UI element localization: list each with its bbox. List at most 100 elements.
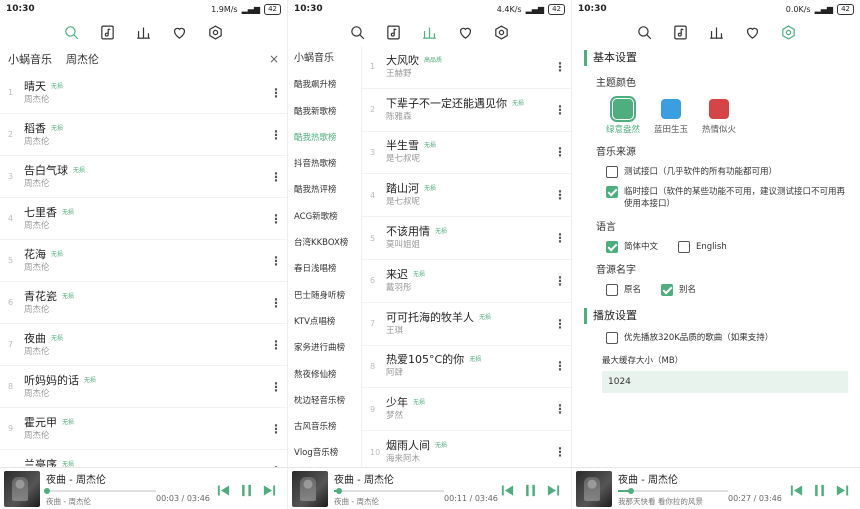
board-item[interactable]: 酷我新歌榜 (288, 99, 361, 125)
more-options-icon[interactable]: ⋮ (265, 380, 287, 394)
checkbox-lang-zh[interactable] (606, 241, 618, 253)
heart-icon[interactable] (743, 23, 761, 41)
more-options-icon[interactable]: ⋮ (549, 317, 571, 331)
board-item[interactable]: 古风音乐榜 (288, 414, 361, 440)
close-icon[interactable]: × (269, 52, 279, 66)
music-note-icon[interactable] (671, 23, 689, 41)
board-item[interactable]: Vlog音乐榜 (288, 440, 361, 466)
search-query[interactable]: 周杰伦 (66, 51, 99, 67)
theme-swatch[interactable] (709, 99, 730, 119)
previous-icon[interactable] (216, 483, 231, 498)
more-options-icon[interactable]: ⋮ (549, 188, 571, 202)
board-item[interactable]: KTV点唱榜 (288, 309, 361, 335)
board-item[interactable]: 熬夜修仙榜 (288, 362, 361, 388)
song-row[interactable]: 3 半生雪 无损 是七叔呢 ⋮ (362, 132, 571, 175)
song-row[interactable]: 8 听妈妈的话 无损 周杰伦 ⋮ (0, 366, 287, 408)
song-row[interactable]: 5 不该用情 无损 莫叫姐姐 ⋮ (362, 217, 571, 260)
settings-icon[interactable] (493, 23, 511, 41)
song-row[interactable]: 9 霍元甲 无损 周杰伦 ⋮ (0, 408, 287, 450)
song-row[interactable]: 1 晴天 无损 周杰伦 ⋮ (0, 72, 287, 114)
song-row[interactable]: 4 七里香 无损 周杰伦 ⋮ (0, 198, 287, 240)
song-row[interactable]: 2 稻香 无损 周杰伦 ⋮ (0, 114, 287, 156)
board-item[interactable]: 抖音热歌榜 (288, 151, 361, 177)
music-note-icon[interactable] (99, 23, 117, 41)
board-item[interactable]: 酷我热评榜 (288, 177, 361, 203)
search-source[interactable]: 小蜗音乐 (8, 51, 52, 67)
more-options-icon[interactable]: ⋮ (265, 128, 287, 142)
more-options-icon[interactable]: ⋮ (549, 60, 571, 74)
album-cover[interactable] (292, 470, 328, 507)
board-item[interactable]: 酷我飙升榜 (288, 72, 361, 98)
lang-zh-option[interactable]: 简体中文 (606, 241, 658, 253)
checkbox-prefer-320k[interactable] (606, 332, 618, 344)
board-item[interactable]: 酷我热歌榜 (288, 125, 361, 151)
more-options-icon[interactable]: ⋮ (549, 445, 571, 459)
more-options-icon[interactable]: ⋮ (265, 170, 287, 184)
checkbox-name-orig[interactable] (606, 284, 618, 296)
chart-icon[interactable] (135, 23, 153, 41)
settings-icon[interactable] (207, 23, 225, 41)
source-temp-option[interactable]: 临时接口（软件的某些功能不可用，建议测试接口不可用再使用本接口） (606, 186, 848, 210)
player-bar[interactable]: 夜曲 - 周杰伦 夜曲 - 周杰伦 00:11 / 03:46 (288, 467, 571, 509)
heart-icon[interactable] (457, 23, 475, 41)
checkbox-source-temp[interactable] (606, 186, 618, 198)
pause-icon[interactable] (239, 483, 254, 498)
pause-icon[interactable] (812, 483, 827, 498)
theme-swatch[interactable] (610, 96, 636, 122)
song-row[interactable]: 3 告白气球 无损 周杰伦 ⋮ (0, 156, 287, 198)
theme-option[interactable]: 热情似火 (702, 99, 736, 135)
settings-icon[interactable] (779, 23, 797, 41)
chart-icon[interactable] (707, 23, 725, 41)
song-row[interactable]: 5 花海 无损 周杰伦 ⋮ (0, 240, 287, 282)
previous-icon[interactable] (789, 483, 804, 498)
board-item[interactable]: 枕边轻音乐榜 (288, 388, 361, 414)
player-bar[interactable]: 夜曲 - 周杰伦 夜曲 - 周杰伦 00:03 / 03:46 (0, 467, 287, 509)
more-options-icon[interactable]: ⋮ (549, 402, 571, 416)
prefer-320k-option[interactable]: 优先播放320K品质的歌曲（如果支持） (606, 332, 848, 344)
search-icon[interactable] (63, 23, 81, 41)
next-icon[interactable] (835, 483, 850, 498)
progress-bar[interactable] (618, 487, 728, 494)
previous-icon[interactable] (500, 483, 515, 498)
search-icon[interactable] (349, 23, 367, 41)
checkbox-name-alias[interactable] (661, 284, 674, 296)
progress-bar[interactable] (334, 487, 444, 494)
album-cover[interactable] (4, 470, 40, 507)
more-options-icon[interactable]: ⋮ (549, 274, 571, 288)
name-alias-option[interactable]: 别名 (661, 284, 696, 296)
music-note-icon[interactable] (385, 23, 403, 41)
board-source[interactable]: 小蜗音乐 (288, 46, 361, 72)
more-options-icon[interactable]: ⋮ (265, 338, 287, 352)
search-icon[interactable] (635, 23, 653, 41)
more-options-icon[interactable]: ⋮ (549, 231, 571, 245)
more-options-icon[interactable]: ⋮ (549, 145, 571, 159)
board-item[interactable]: 台湾KKBOX榜 (288, 230, 361, 256)
heart-icon[interactable] (171, 23, 189, 41)
song-row[interactable]: 1 大风吹 高品质 王赫野 ⋮ (362, 46, 571, 89)
more-options-icon[interactable]: ⋮ (265, 296, 287, 310)
more-options-icon[interactable]: ⋮ (549, 359, 571, 373)
lang-en-option[interactable]: English (678, 241, 727, 253)
song-row[interactable]: 7 可可托海的牧羊人 无损 王琪 ⋮ (362, 303, 571, 346)
song-row[interactable]: 4 踏山河 无损 是七叔呢 ⋮ (362, 174, 571, 218)
source-test-option[interactable]: 测试接口（几乎软件的所有功能都可用） (606, 166, 848, 178)
checkbox-source-test[interactable] (606, 166, 618, 178)
song-row[interactable]: 8 热爱105°C的你 无损 阿肆 ⋮ (362, 346, 571, 389)
next-icon[interactable] (546, 483, 561, 498)
theme-option[interactable]: 绿意盎然 (606, 96, 640, 135)
board-item[interactable]: 春日浅唱榜 (288, 256, 361, 282)
more-options-icon[interactable]: ⋮ (549, 103, 571, 117)
album-cover[interactable] (576, 470, 612, 507)
cache-size-input[interactable]: 1024 (602, 371, 848, 393)
song-row[interactable]: 2 下辈子不一定还能遇见你 无损 陈雅森 ⋮ (362, 89, 571, 132)
more-options-icon[interactable]: ⋮ (265, 422, 287, 436)
more-options-icon[interactable]: ⋮ (265, 212, 287, 226)
song-row[interactable]: 7 夜曲 无损 周杰伦 ⋮ (0, 324, 287, 366)
board-item[interactable]: 家务进行曲榜 (288, 335, 361, 361)
more-options-icon[interactable]: ⋮ (265, 86, 287, 100)
progress-bar[interactable] (44, 487, 156, 494)
song-row[interactable]: 9 少年 无损 梦然 ⋮ (362, 388, 571, 432)
checkbox-lang-en[interactable] (678, 241, 691, 253)
theme-swatch[interactable] (661, 99, 682, 119)
chart-icon[interactable] (421, 23, 439, 41)
